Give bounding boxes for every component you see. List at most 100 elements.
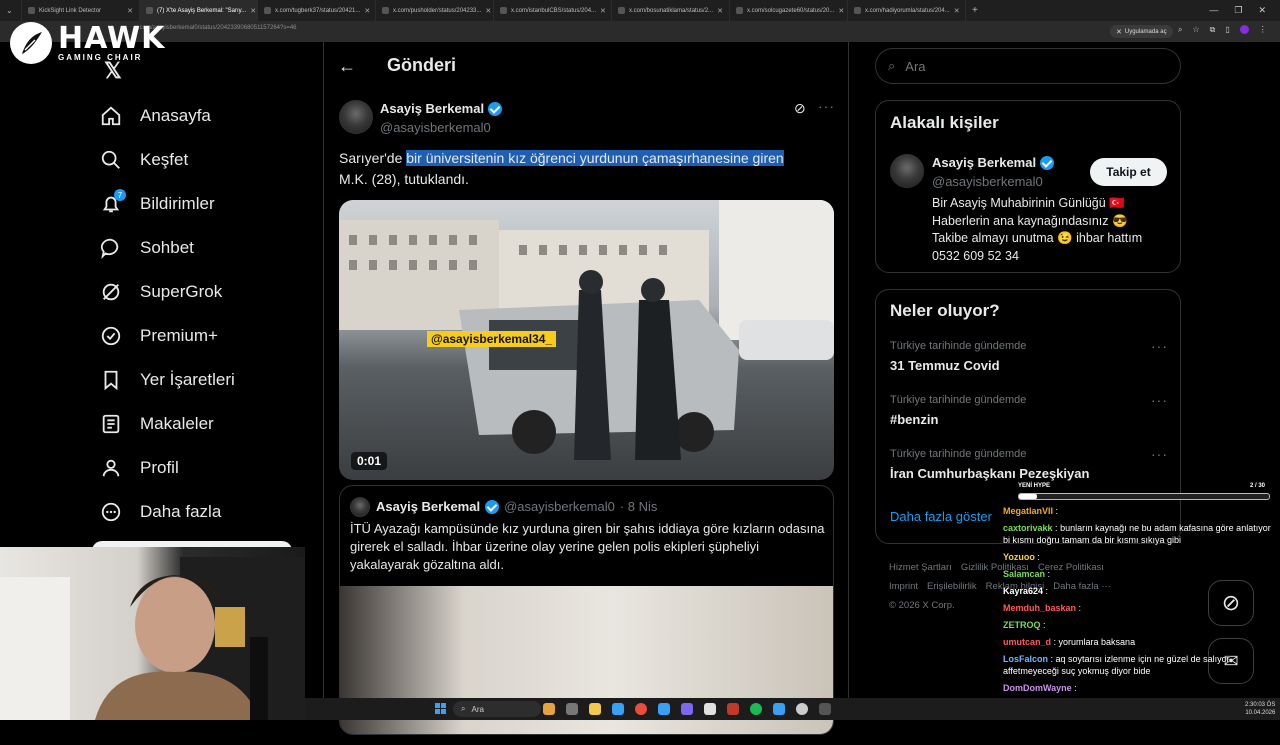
taskbar-app-icon[interactable]	[658, 703, 670, 715]
taskbar-app-icon[interactable]	[727, 703, 739, 715]
open-in-app-chip[interactable]: ✕ Uygulamada aç	[1110, 25, 1173, 38]
sidebar-item-makaleler[interactable]: Makaleler	[100, 411, 214, 437]
search-box[interactable]: ⌕	[875, 48, 1181, 84]
sidebar-item-yer-i-aretleri[interactable]: Yer İşaretleri	[100, 367, 235, 393]
browser-tab[interactable]: x.com/pusholder/status/204233... ✕	[376, 0, 494, 21]
browser-tab[interactable]: x.com/istanbulCBS/status/204... ✕	[494, 0, 612, 21]
related-handle[interactable]: @asayisberkemal0	[932, 174, 1043, 189]
profile-avatar[interactable]	[1239, 25, 1249, 34]
footer-link[interactable]: Erişilebilirlik	[927, 577, 977, 596]
x-logo-icon[interactable]: 𝕏	[104, 58, 122, 84]
page-title: Gönderi	[387, 55, 457, 75]
tab-close-icon[interactable]: ✕	[717, 7, 723, 15]
author-avatar[interactable]	[339, 100, 373, 134]
taskbar-app-icon[interactable]	[796, 703, 808, 715]
browser-tab[interactable]: x.com/solcugazete60/status/20... ✕	[730, 0, 848, 21]
chat-username[interactable]: Kayra624	[1003, 586, 1043, 596]
chat-colon: :	[1034, 552, 1040, 562]
quoted-avatar[interactable]	[350, 497, 370, 517]
extensions-icon[interactable]: ⧉	[1210, 25, 1216, 35]
taskbar-discord-icon[interactable]	[681, 703, 693, 715]
chat-username[interactable]: MegatlanVII	[1003, 506, 1053, 516]
chat-username[interactable]: DomDomWayne	[1003, 683, 1072, 693]
author-name-row[interactable]: Asayiş Berkemal	[380, 101, 503, 116]
browser-menu-icon[interactable]: ⋮	[1259, 25, 1267, 35]
author-handle[interactable]: @asayisberkemal0	[380, 120, 491, 135]
tab-favicon-icon	[382, 7, 389, 14]
sidebar-item-profil[interactable]: Profil	[100, 455, 179, 481]
trend-more-icon[interactable]: ···	[1151, 392, 1168, 408]
trend-more-icon[interactable]: ···	[1151, 446, 1168, 462]
taskbar-app-icon[interactable]	[773, 703, 785, 715]
footer-link[interactable]: Imprint	[889, 577, 918, 596]
tab-close-icon[interactable]: ✕	[127, 7, 133, 15]
clock-date: 10.04.2026	[1245, 710, 1276, 716]
tab-menu-button[interactable]: ⌄	[0, 0, 22, 21]
show-more-link[interactable]: Daha fazla göster	[890, 509, 992, 524]
chat-username[interactable]: caxtorivakk	[1003, 523, 1053, 533]
author-name[interactable]: Asayiş Berkemal	[380, 101, 484, 116]
chat-username[interactable]: LosFalcon	[1003, 654, 1048, 664]
taskbar-app-icon[interactable]	[612, 703, 624, 715]
tab-close-icon[interactable]: ✕	[485, 7, 491, 15]
sidebar-item-sohbet[interactable]: Sohbet	[100, 235, 194, 261]
related-name-row[interactable]: Asayiş Berkemal	[932, 155, 1055, 170]
sidebar-item-ke-fet[interactable]: Keşfet	[100, 147, 188, 173]
minimize-icon[interactable]: —	[1209, 5, 1218, 16]
sidebar-item-supergrok[interactable]: SuperGrok	[100, 279, 222, 305]
taskbar-spotify-icon[interactable]	[750, 703, 762, 715]
zoom-icon[interactable]: ⌕	[1178, 25, 1182, 35]
taskbar-app-icon[interactable]	[819, 703, 831, 715]
browser-tab[interactable]: KickSight Link Detector ✕	[22, 0, 140, 21]
sidebar-item-bildirimler[interactable]: 7 Bildirimler	[100, 189, 215, 217]
taskbar-chrome-icon[interactable]	[635, 703, 647, 715]
taskbar-clock[interactable]: 2:30:03 ÖS 10.04.2026	[1245, 701, 1275, 717]
browser-tab[interactable]: (7) X'te Asayiş Berkemal: "Sarıy... ✕	[140, 0, 258, 21]
quoted-author[interactable]: Asayiş Berkemal	[376, 499, 480, 514]
tab-close-icon[interactable]: ✕	[838, 7, 844, 15]
sidebar-item-daha-fazla[interactable]: Daha fazla	[100, 499, 221, 525]
chat-username[interactable]: umutcan_d	[1003, 637, 1051, 647]
star-icon[interactable]: ☆	[1192, 25, 1199, 35]
tab-close-icon[interactable]: ✕	[954, 7, 960, 15]
new-tab-button[interactable]: +	[966, 0, 986, 21]
follow-button[interactable]: Takip et	[1090, 158, 1167, 186]
back-arrow-icon[interactable]: ←	[338, 56, 356, 77]
sidebar-item-label: Makaleler	[140, 414, 214, 433]
trend-more-icon[interactable]: ···	[1151, 338, 1168, 354]
quoted-date[interactable]: · 8 Nis	[620, 499, 658, 514]
tab-favicon-icon	[146, 7, 153, 14]
post-video[interactable]: @asayisberkemal34_ 0:01	[339, 200, 834, 480]
browser-tab[interactable]: x.com/hadiyorumla/status/204... ✕	[848, 0, 966, 21]
taskbar-app-icon[interactable]	[543, 703, 555, 715]
taskbar-folder-icon[interactable]	[589, 703, 601, 715]
search-input[interactable]	[905, 58, 1136, 74]
chat-username[interactable]: Yozuoo	[1003, 552, 1035, 562]
tab-close-icon[interactable]: ✕	[250, 7, 256, 15]
maximize-icon[interactable]: ❐	[1234, 5, 1242, 16]
browser-tab[interactable]: x.com/bosunatiklama/status/2... ✕	[612, 0, 730, 21]
hype-progress-fill	[1019, 494, 1037, 499]
chat-username[interactable]: ZETROQ	[1003, 620, 1041, 630]
sidebar-item-premium-[interactable]: Premium+	[100, 323, 218, 349]
close-window-icon[interactable]: ✕	[1258, 5, 1266, 16]
related-name[interactable]: Asayiş Berkemal	[932, 155, 1036, 170]
quoted-handle[interactable]: @asayisberkemal0	[504, 499, 615, 514]
chat-username[interactable]: Memduh_baskan	[1003, 603, 1076, 613]
tab-close-icon[interactable]: ✕	[600, 7, 606, 15]
footer-link[interactable]: Hizmet Şartları	[889, 558, 952, 577]
chat-text: yorumlara baksana	[1058, 637, 1136, 647]
taskbar-search[interactable]: ⌕ Ara	[453, 701, 541, 717]
sidebar-icon[interactable]: ▯	[1225, 25, 1229, 35]
tab-close-icon[interactable]: ✕	[364, 7, 370, 15]
grok-icon[interactable]: ⊘	[794, 100, 806, 117]
windows-start-icon[interactable]	[435, 703, 446, 714]
chat-username[interactable]: Salamcan	[1003, 569, 1045, 579]
taskbar-app-icon[interactable]	[704, 703, 716, 715]
sidebar-item-anasayfa[interactable]: Anasayfa	[100, 103, 211, 129]
related-avatar[interactable]	[890, 154, 924, 188]
browser-tab[interactable]: x.com/tugberk37/status/20421... ✕	[258, 0, 376, 21]
grok-icon	[100, 281, 122, 303]
taskbar-app-icon[interactable]	[566, 703, 578, 715]
more-options-icon[interactable]: ···	[818, 98, 835, 116]
